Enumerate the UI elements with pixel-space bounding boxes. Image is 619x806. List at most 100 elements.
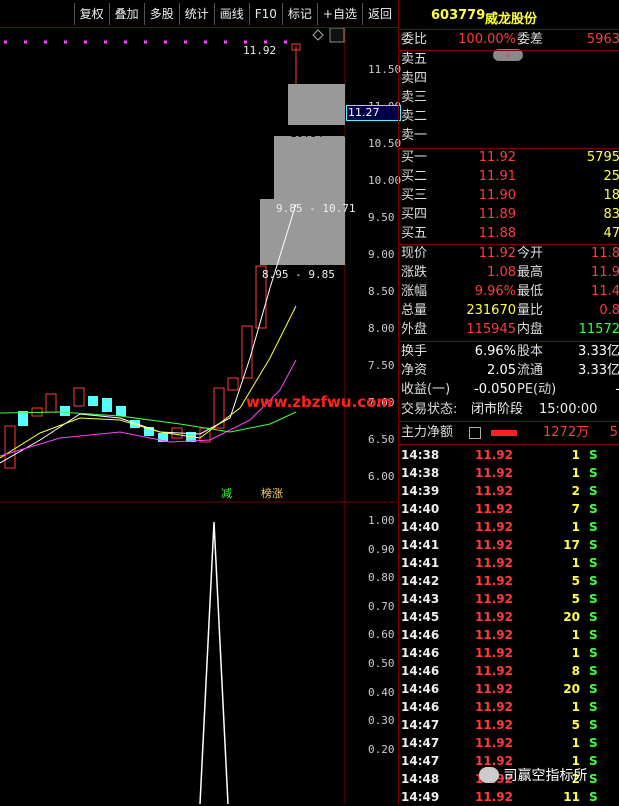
- tick-volume: 1: [571, 646, 580, 660]
- back-button[interactable]: 返回: [361, 2, 397, 25]
- tick-time: 14:41: [401, 538, 440, 552]
- tick-side: S: [589, 718, 598, 732]
- f10-button[interactable]: F10: [248, 2, 282, 25]
- stat-value-2: 3.33亿: [578, 363, 619, 378]
- buy-level-vol: 25: [603, 169, 619, 184]
- tick-row: 14:38 11.92 1 S: [399, 464, 619, 482]
- tick-side: S: [589, 502, 598, 516]
- tick-volume: 17: [563, 538, 580, 552]
- tick-price: 11.92: [475, 466, 513, 480]
- stat-label: 现价: [401, 246, 428, 261]
- indicator-tick: 0.30: [368, 714, 395, 728]
- tick-price: 11.92: [475, 628, 513, 642]
- candle: [73, 387, 85, 407]
- stat-value: 9.96%: [474, 284, 516, 299]
- stat-label: 收益(一): [401, 382, 451, 397]
- stat-label-2: 量比: [517, 303, 544, 318]
- tick-row: 14:43 11.92 5 S: [399, 590, 619, 608]
- price-tick: 6.50: [368, 433, 395, 446]
- wechat-icon: [479, 767, 499, 783]
- stat-row: 总量 231670 量比 0.8: [399, 302, 619, 320]
- tick-volume: 1: [571, 520, 580, 534]
- sep-6: [399, 421, 619, 422]
- buy-level-price: 11.91: [478, 169, 516, 184]
- tick-time: 14:46: [401, 700, 440, 714]
- tick-time: 14:38: [401, 448, 440, 462]
- sell-level-label: 卖四: [401, 71, 428, 86]
- stat-label-2: 今开: [517, 246, 544, 261]
- price-tick: 9.50: [368, 211, 395, 224]
- indicator-tick: 0.70: [368, 599, 395, 613]
- fuquan-button[interactable]: 复权: [73, 2, 109, 25]
- tick-row: 14:45 11.92 20 S: [399, 608, 619, 626]
- tick-time: 14:47: [401, 754, 440, 768]
- price-tick: 8.00: [368, 322, 395, 335]
- stat-label: 净资: [401, 363, 428, 378]
- buy-level-label: 买三: [401, 188, 428, 203]
- tick-side: S: [589, 466, 598, 480]
- stat-label-2: 股本: [517, 344, 544, 359]
- stock-name: 威龙股份: [485, 12, 538, 27]
- multi-stock-button[interactable]: 多股: [143, 2, 179, 25]
- stat-value-2: -: [615, 381, 619, 399]
- stat-row: 现价 11.92 今开 11.8: [399, 245, 619, 263]
- buy-level-vol: 5795: [586, 150, 619, 165]
- sell-level-label: 卖五: [401, 52, 428, 67]
- tick-side: S: [589, 646, 598, 660]
- draw-line-button[interactable]: 画线: [213, 2, 249, 25]
- tick-volume: 8: [571, 664, 580, 678]
- weibi-value: 100.00%: [458, 32, 516, 47]
- stat-label: 总量: [401, 303, 428, 318]
- tick-price: 11.92: [475, 610, 513, 624]
- diamond-icon[interactable]: [312, 29, 324, 41]
- stat-label-2: 流通: [517, 363, 544, 378]
- stock-header: 603779 威龙股份: [399, 4, 619, 27]
- tick-price: 11.92: [475, 520, 513, 534]
- price-tick: 9.00: [368, 248, 395, 261]
- weibi-label: 委比: [401, 32, 428, 47]
- stat-value: 115945: [466, 322, 516, 337]
- indicator-tick: 1.00: [368, 514, 395, 527]
- chart-close-box[interactable]: [329, 28, 345, 43]
- buy-level-price: 11.88: [478, 226, 516, 241]
- tick-price: 11.92: [475, 556, 513, 570]
- tick-volume: 5: [571, 592, 580, 606]
- weibi-row: 委比 100.00% 委差 5963: [399, 31, 619, 49]
- kline-svg[interactable]: [0, 28, 397, 804]
- tick-row: 14:40 11.92 7 S: [399, 500, 619, 518]
- tick-price: 11.92: [475, 646, 513, 660]
- stat-value: 2.05: [487, 363, 516, 378]
- tick-time: 14:40: [401, 520, 440, 534]
- stat-label: 换手: [401, 344, 428, 359]
- indicator-tick: 0.80: [368, 571, 395, 585]
- sell-level-row: 卖二: [399, 108, 619, 126]
- kline-chart[interactable]: 11.5011.0010.5010.009.509.008.508.007.50…: [0, 28, 401, 804]
- price-tick: 8.50: [368, 285, 395, 298]
- stats-button[interactable]: 统计: [178, 2, 214, 25]
- quote-panel: 603779 威龙股份 委比 100.00% 委差 5963 ⌄ 卖五 卖四 卖三卖…: [398, 0, 619, 804]
- tick-price: 11.92: [475, 790, 513, 804]
- buy-level-row: 买三 11.90 18: [399, 187, 619, 205]
- list-icon[interactable]: [469, 427, 481, 439]
- candle: [60, 406, 70, 416]
- stock-terminal: 复权 叠加 多股 统计 画线 F10 标记 +自选 返回 11.50 10.50…: [0, 0, 619, 804]
- candle: [4, 425, 16, 469]
- add-watchlist-button[interactable]: +自选: [316, 2, 362, 25]
- tick-time: 14:42: [401, 574, 440, 588]
- tick-side: S: [589, 592, 598, 606]
- stat-row: 净资 2.05 流通 3.33亿: [399, 362, 619, 380]
- sell-level-row: 卖五: [399, 51, 619, 69]
- wechat-label: 司赢空指标所: [503, 768, 588, 784]
- main-net-bar: [491, 430, 517, 436]
- mark-button[interactable]: 标记: [281, 2, 317, 25]
- tick-volume: 2: [571, 484, 580, 498]
- stat-value: -0.050: [474, 382, 516, 397]
- tick-row: 14:47 11.92 1 S: [399, 734, 619, 752]
- tick-price: 11.92: [475, 718, 513, 732]
- stat-row: 涨幅 9.96% 最低 11.4: [399, 283, 619, 301]
- overlay-button[interactable]: 叠加: [108, 2, 144, 25]
- tick-price: 11.92: [475, 682, 513, 696]
- weicha-label: 委差: [517, 32, 544, 47]
- tick-price: 11.92: [475, 736, 513, 750]
- tick-time: 14:41: [401, 556, 440, 570]
